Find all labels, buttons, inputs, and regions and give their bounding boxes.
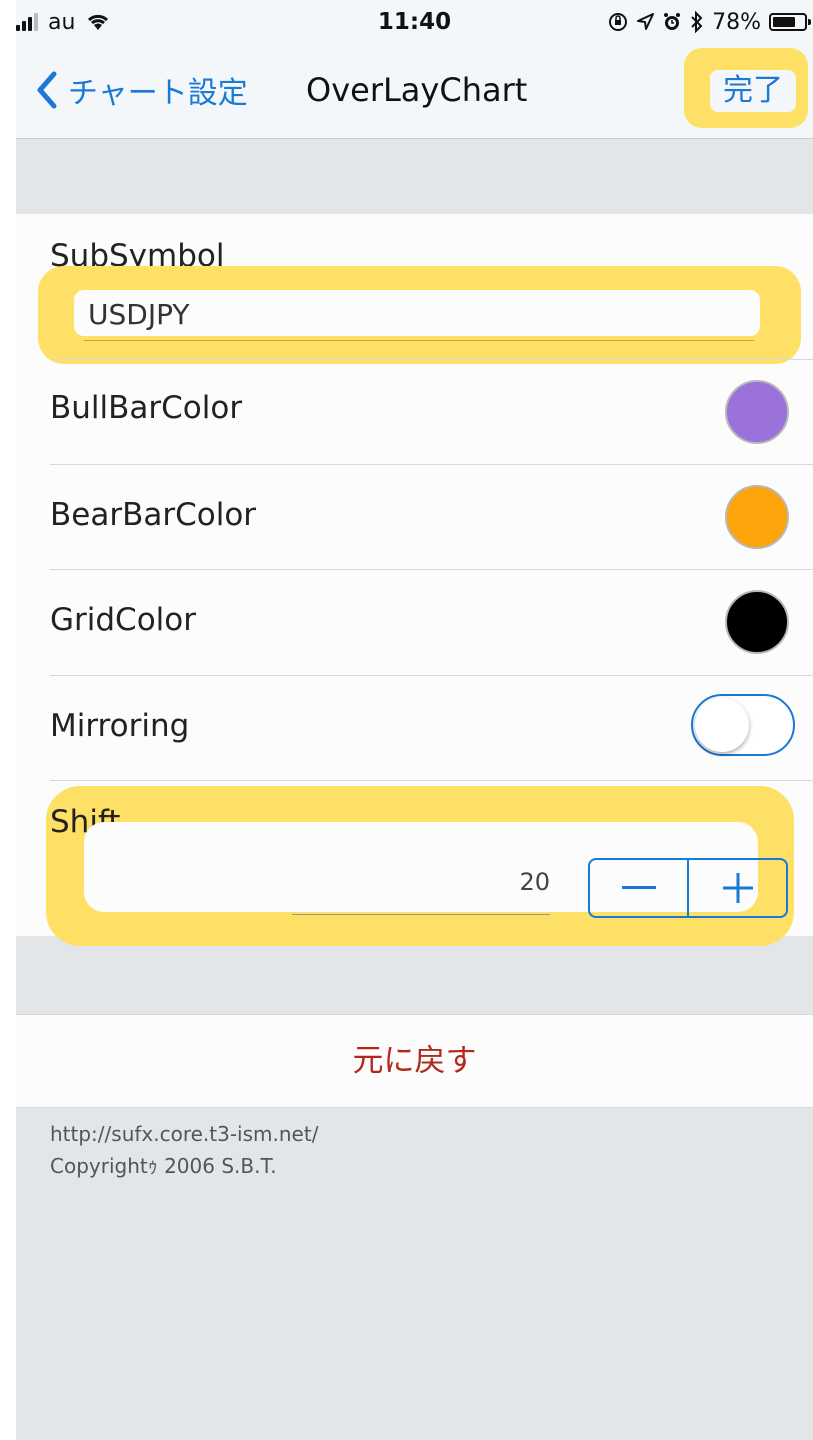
bull-bar-color-label: BullBarColor [50,390,243,426]
subsymbol-input[interactable] [86,290,708,338]
grid-color-row[interactable]: GridColor [16,570,813,674]
mirroring-row: Mirroring [16,676,813,780]
back-button[interactable]: チャート設定 [34,64,248,116]
decrement-button[interactable] [590,860,687,916]
reset-button[interactable]: 元に戻す [16,1015,813,1107]
page-title: OverLayChart [306,71,528,109]
reset-row: 元に戻す [16,1014,813,1108]
done-button[interactable]: 完了 [710,70,796,112]
subsymbol-underline [84,340,754,341]
bluetooth-icon [691,11,703,33]
plus-icon [722,873,753,903]
bull-bar-color-row[interactable]: BullBarColor [16,360,813,464]
bear-bar-color-label: BearBarColor [50,497,257,533]
footer: http://sufx.core.t3-ism.net/ Copyrightｩ … [50,1118,318,1182]
location-icon [637,13,655,30]
grid-color-label: GridColor [50,602,196,638]
toggle-knob [695,698,749,752]
grid-color-swatch[interactable] [725,590,789,654]
subsymbol-field[interactable] [74,290,760,338]
minus-icon [621,886,656,889]
navigation-bar: チャート設定 OverLayChart 完了 [16,44,813,139]
chevron-left-icon [37,71,57,109]
shift-value[interactable]: 20 [316,868,550,908]
status-right: 78% [608,6,811,38]
settings-table: SubSymbol BullBarColor BearBarColor Grid… [16,214,813,946]
orientation-lock-icon [609,13,628,31]
bear-bar-color-row[interactable]: BearBarColor [16,465,813,569]
settings-screen: au 11:40 78% チャート設定 OverLayChart 完了 SubS… [16,0,813,1440]
status-bar: au 11:40 78% [16,0,813,44]
battery-percent: 78% [712,9,761,35]
back-label: チャート設定 [68,76,248,111]
footer-copyright: Copyrightｩ 2006 S.B.T. [50,1154,277,1178]
shift-underline [292,914,550,915]
bear-bar-color-swatch[interactable] [725,485,789,549]
battery-icon [769,13,811,31]
footer-url: http://sufx.core.t3-ism.net/ [50,1122,319,1146]
bull-bar-color-swatch[interactable] [725,380,789,444]
alarm-icon [664,13,681,30]
shift-stepper [588,858,788,918]
mirroring-label: Mirroring [50,708,190,744]
separator [50,780,813,781]
mirroring-toggle[interactable] [691,694,795,756]
increment-button[interactable] [689,860,786,916]
